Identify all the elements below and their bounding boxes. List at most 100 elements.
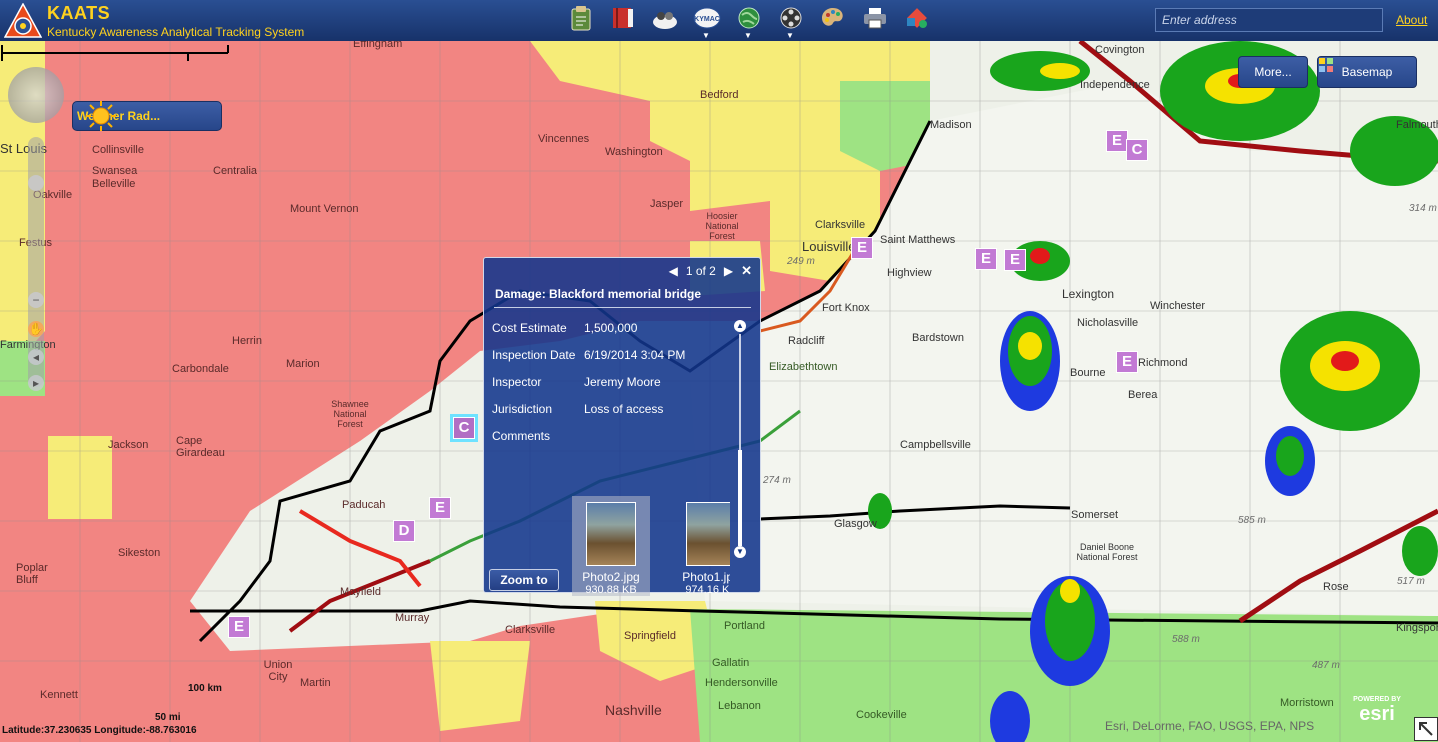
coordinates-readout: Latitude:37.230635 Longitude:-88.763016 [2,725,197,736]
city-label: Murray [395,612,430,624]
attachment-name: Photo1.jpg [682,570,730,584]
powered-by-label: POWERED BY [1353,696,1401,703]
city-label: Louisville [802,239,856,254]
popup-pager: ◀ 1 of 2 ▶ ✕ [669,263,752,279]
city-label: Radcliff [788,335,825,347]
city-label: Rose [1323,581,1349,593]
esri-logo: POWERED BY esri [1346,696,1408,732]
app-header: KAATS Kentucky Awareness Analytical Trac… [0,0,1438,42]
scroll-down-icon[interactable]: ▼ [734,546,746,558]
printer-icon[interactable] [860,3,890,33]
elevation-label: 588 m [1172,634,1200,645]
next-feature-icon[interactable]: ▶ [724,264,733,278]
map-navigation-control: − ✋ ◂ ▸ [8,67,64,417]
city-label: Fort Knox [822,302,870,314]
attachment-size: 930.88 KB [585,584,637,596]
city-label: Daniel Boone National Forest [1076,542,1138,562]
map-marker-e[interactable]: E [1106,130,1128,152]
city-label: Elizabethtown [769,361,838,373]
scale-bar [1,45,229,61]
city-label: Somerset [1071,509,1119,521]
previous-feature-icon[interactable]: ◀ [669,264,678,278]
previous-extent-button[interactable]: ◂ [28,349,44,365]
people-icon[interactable] [650,3,680,33]
clipboard-icon[interactable] [566,3,596,33]
map-marker-c-selected[interactable]: C [453,417,475,439]
popup-page-count: 1 of 2 [685,264,716,278]
city-label: Berea [1128,389,1158,401]
pan-hand-icon[interactable]: ✋ [28,321,44,337]
elevation-label: 249 m [787,256,815,267]
sun-icon [86,101,116,131]
basemap-button-label: Basemap [1341,65,1393,79]
elevation-label: 487 m [1312,660,1340,671]
field-value: 1,500,000 [584,321,638,335]
map-marker-c[interactable]: C [1126,139,1148,161]
about-link[interactable]: About [1396,13,1427,27]
scroll-up-icon[interactable]: ▲ [734,320,746,332]
city-label: Nashville [605,702,662,718]
city-label: Cookeville [856,709,907,721]
zoom-to-button[interactable]: Zoom to [489,569,559,591]
bridge-photo-image [686,502,730,566]
city-label: Richmond [1138,357,1188,369]
globe-icon[interactable]: ▼ [734,3,764,40]
bridge-photo-image [586,502,636,566]
map-marker-e[interactable]: E [851,237,873,259]
city-label: Mayfield [340,586,381,598]
city-label: Paducah [342,499,386,511]
expand-icon[interactable] [1414,717,1438,741]
basemap-grid-icon [1319,58,1333,72]
elevation-label: 517 m [1397,576,1425,587]
app-title: KAATS [47,3,111,23]
map-view[interactable]: Effingham Covington Independence Bedford… [0,41,1438,742]
close-icon[interactable]: ✕ [741,263,752,279]
feature-popup: ◀ 1 of 2 ▶ ✕ Damage: Blackford memorial … [483,257,761,596]
map-marker-e[interactable]: E [975,248,997,270]
city-label: Portland [724,620,765,632]
weather-radar-button[interactable]: Weather Rad... [72,101,222,131]
city-label: Sikeston [118,547,161,559]
attachment-thumbnail[interactable]: Photo2.jpg 930.88 KB [572,496,650,596]
field-label: Inspector [492,375,542,389]
more-button[interactable]: More... [1238,56,1308,88]
map-marker-d[interactable]: D [393,520,415,542]
zoom-out-button[interactable]: − [28,292,44,308]
pan-control[interactable] [8,67,64,123]
city-label: Herrin [232,335,262,347]
city-label: Union City [263,659,293,683]
next-extent-button[interactable]: ▸ [28,375,44,391]
basemap-button[interactable]: Basemap [1317,56,1417,88]
elevation-label: 585 m [1238,515,1266,526]
map-marker-e[interactable]: E [1004,249,1026,271]
scroll-thumb[interactable] [738,450,742,546]
map-marker-e[interactable]: E [1116,351,1138,373]
shapes-icon[interactable] [902,3,932,33]
palette-icon[interactable] [818,3,848,33]
book-icon[interactable] [608,3,638,33]
address-search-input[interactable] [1155,8,1383,32]
attachment-thumbnail[interactable]: Photo1.jpg 974.16 KB [672,496,730,596]
esri-wordmark: esri [1359,703,1395,725]
map-marker-e[interactable]: E [228,616,250,638]
city-label: Gallatin [712,657,750,669]
kymac-icon[interactable]: KYMAC ▼ [692,3,722,40]
city-label: Jasper [650,198,684,210]
dropdown-arrow-icon: ▼ [786,31,794,40]
city-label: Vincennes [538,133,590,145]
popup-scrollbar[interactable]: ▲ ▼ [734,320,746,558]
main-toolbar: KYMAC ▼ ▼ ▼ [566,3,932,40]
film-reel-icon[interactable]: ▼ [776,3,806,40]
scale-km-label: 100 km [188,683,222,694]
city-label: Morristown [1280,697,1334,709]
dropdown-arrow-icon: ▼ [744,31,752,40]
zoom-slider-handle[interactable] [28,175,44,191]
map-marker-e[interactable]: E [429,497,451,519]
city-label: Hoosier National Forest [705,211,739,241]
city-label: Collinsville [92,144,144,156]
elevation-label: 314 m [1409,203,1437,214]
city-label: Glasgow [834,518,877,530]
city-label: Campbellsville [900,439,971,451]
dropdown-arrow-icon: ▼ [702,31,710,40]
field-label: Inspection Date [492,348,576,362]
